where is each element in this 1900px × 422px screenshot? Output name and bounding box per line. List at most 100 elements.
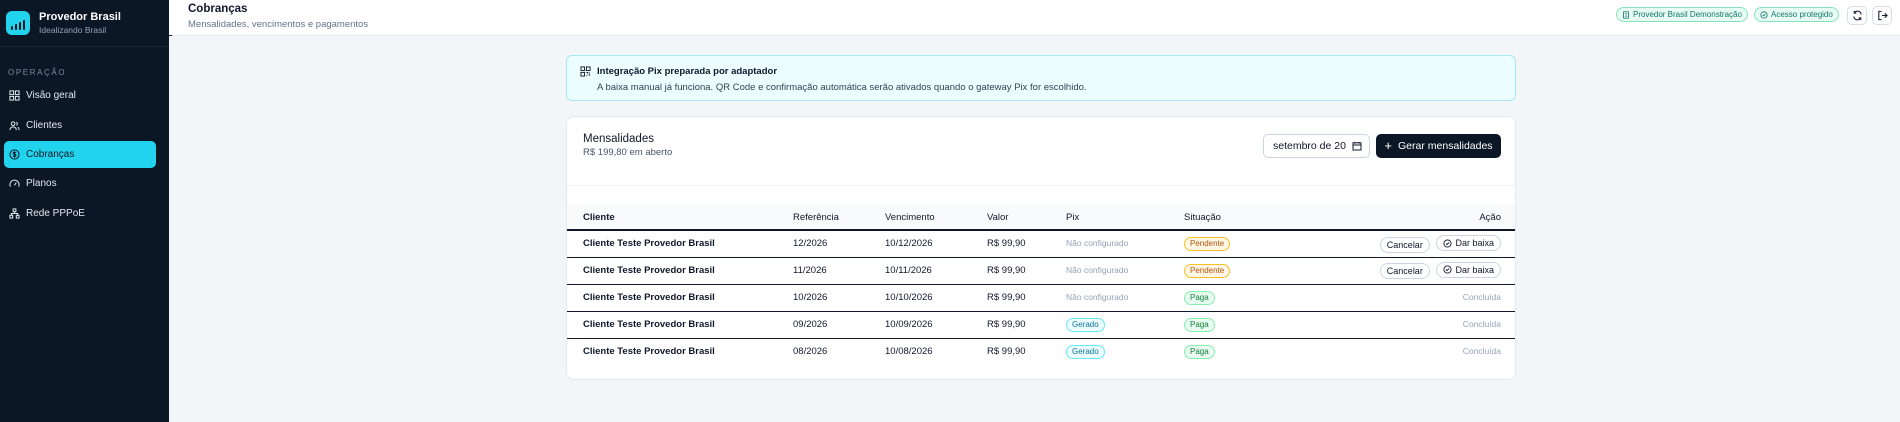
pix-info-banner: Integração Pix preparada por adaptador A… <box>566 55 1516 101</box>
table-row: Cliente Teste Provedor Brasil 10/2026 10… <box>567 284 1515 312</box>
status-badge: Paga <box>1184 344 1215 359</box>
calendar-icon <box>1352 142 1362 151</box>
banner-title: Integração Pix preparada por adaptador <box>597 66 778 77</box>
charges-table: Cliente Referência Vencimento Valor Pix … <box>567 205 1515 365</box>
refresh-icon <box>1852 10 1862 21</box>
cell-valor: R$ 99,90 <box>987 284 1066 312</box>
check-circle-icon <box>1443 238 1453 248</box>
sidebar-item-label: Clientes <box>26 120 63 131</box>
refresh-button[interactable] <box>1847 6 1867 25</box>
table-header-row: Cliente Referência Vencimento Valor Pix … <box>567 205 1515 231</box>
table-row: Cliente Teste Provedor Brasil 08/2026 10… <box>567 338 1515 365</box>
pix-status-text: Não configurado <box>1066 238 1129 249</box>
tenant-badge: Provedor Brasil Demonstração <box>1616 7 1748 22</box>
sidebar-item-label: Rede PPPoE <box>26 208 85 219</box>
dashboard-icon <box>9 90 20 101</box>
brand[interactable]: Provedor Brasil Idealizando Brasil <box>0 0 169 47</box>
cell-referencia: 08/2026 <box>793 346 828 358</box>
sidebar-item-rede-pppoe[interactable]: Rede PPPoE <box>4 200 156 227</box>
shield-check-icon <box>1760 10 1768 19</box>
mensalidades-card: Mensalidades R$ 199,80 em aberto setembr… <box>566 116 1516 380</box>
sidebar-item-visao-geral[interactable]: Visão geral <box>4 82 156 109</box>
divider <box>169 35 172 36</box>
settle-button-label: Dar baixa <box>1455 264 1494 275</box>
cell-cliente: Cliente Teste Provedor Brasil <box>567 284 793 312</box>
qr-code-icon <box>580 66 591 77</box>
page-subtitle: Mensalidades, vencimentos e pagamentos <box>188 19 369 30</box>
network-icon <box>9 208 20 219</box>
cell-vencimento: 10/11/2026 <box>885 257 987 285</box>
cancel-button-label: Cancelar <box>1386 266 1423 277</box>
column-header-acao: Ação <box>1334 205 1515 231</box>
pix-badge: Gerado <box>1066 344 1105 359</box>
sidebar-item-clientes[interactable]: Clientes <box>4 112 156 139</box>
cell-referencia: 10/2026 <box>793 284 885 312</box>
cell-vencimento: 10/12/2026 <box>885 230 987 258</box>
cell-cliente: Cliente Teste Provedor Brasil <box>567 311 793 339</box>
cancel-button[interactable]: Cancelar <box>1379 236 1430 253</box>
signal-bars-icon <box>6 11 30 35</box>
column-header-referencia[interactable]: Referência <box>793 205 885 231</box>
action-done-text: Concluída <box>1462 346 1501 357</box>
generate-button-label: Gerar mensalidades <box>1398 140 1493 152</box>
gauge-icon <box>9 179 20 187</box>
pix-status-text: Não configurado <box>1066 292 1129 302</box>
action-done-text: Concluída <box>1462 292 1501 302</box>
column-header-cliente[interactable]: Cliente <box>567 205 793 231</box>
status-badge: Paga <box>1184 317 1215 332</box>
cell-valor: R$ 99,90 <box>987 311 1066 339</box>
cell-valor: R$ 99,90 <box>987 230 1066 258</box>
month-picker[interactable]: setembro de 20 <box>1263 134 1370 158</box>
sidebar: Provedor Brasil Idealizando Brasil OPERA… <box>0 0 169 422</box>
sidebar-item-cobrancas[interactable]: Cobranças <box>4 141 156 168</box>
building-icon <box>1623 10 1629 19</box>
settle-button[interactable]: Dar baixa <box>1436 261 1501 278</box>
column-header-vencimento[interactable]: Vencimento <box>885 205 987 231</box>
settle-button[interactable]: Dar baixa <box>1436 235 1501 251</box>
sidebar-item-label: Planos <box>26 178 57 189</box>
banner-text: A baixa manual já funciona. QR Code e co… <box>597 82 1087 93</box>
action-done-text: Concluída <box>1462 319 1501 329</box>
cell-referencia: 12/2026 <box>793 230 885 258</box>
settle-button-label: Dar baixa <box>1455 238 1494 248</box>
column-header-situacao[interactable]: Situação <box>1184 205 1334 231</box>
cell-valor: R$ 99,90 <box>987 257 1066 285</box>
table-row: Cliente Teste Provedor Brasil 09/2026 10… <box>567 311 1515 339</box>
access-badge-label: Acesso protegido <box>1771 10 1833 19</box>
cell-vencimento: 10/08/2026 <box>885 346 933 358</box>
month-picker-value: setembro de 20 <box>1273 140 1346 152</box>
card-subtitle: R$ 199,80 em aberto <box>583 147 673 158</box>
users-icon <box>9 121 20 131</box>
sidebar-item-planos[interactable]: Planos <box>4 170 156 197</box>
cell-vencimento: 10/10/2026 <box>885 284 987 312</box>
access-badge: Acesso protegido <box>1754 7 1839 22</box>
cell-cliente: Cliente Teste Provedor Brasil <box>567 230 793 258</box>
card-title: Mensalidades <box>583 133 654 145</box>
generate-mensalidades-button[interactable]: + Gerar mensalidades <box>1376 134 1501 158</box>
cell-referencia: 09/2026 <box>793 311 885 339</box>
pix-status-text: Não configurado <box>1066 265 1129 275</box>
brand-title: Provedor Brasil <box>39 11 121 23</box>
cancel-button-label: Cancelar <box>1386 239 1423 250</box>
cell-vencimento: 10/09/2026 <box>885 311 987 339</box>
sidebar-item-label: Visão geral <box>26 90 76 101</box>
column-header-valor[interactable]: Valor <box>987 205 1066 231</box>
cancel-button[interactable]: Cancelar <box>1379 263 1430 280</box>
pix-badge: Gerado <box>1066 317 1105 332</box>
divider <box>567 185 1515 186</box>
logout-button[interactable] <box>1872 6 1892 25</box>
brand-subtitle: Idealizando Brasil <box>39 25 107 35</box>
status-badge: Pendente <box>1184 263 1231 278</box>
page-title: Cobranças <box>188 3 248 15</box>
status-badge: Paga <box>1184 290 1215 305</box>
status-badge: Pendente <box>1184 236 1231 251</box>
column-header-pix[interactable]: Pix <box>1066 205 1184 231</box>
plus-icon: + <box>1384 138 1393 153</box>
sidebar-item-label: Cobranças <box>26 149 75 160</box>
logout-icon <box>1877 10 1888 21</box>
check-circle-icon <box>1443 265 1453 274</box>
tenant-badge-label: Provedor Brasil Demonstração <box>1633 10 1742 19</box>
dollar-circle-icon <box>9 149 20 160</box>
cell-cliente: Cliente Teste Provedor Brasil <box>583 346 715 358</box>
cell-referencia: 11/2026 <box>793 257 885 285</box>
